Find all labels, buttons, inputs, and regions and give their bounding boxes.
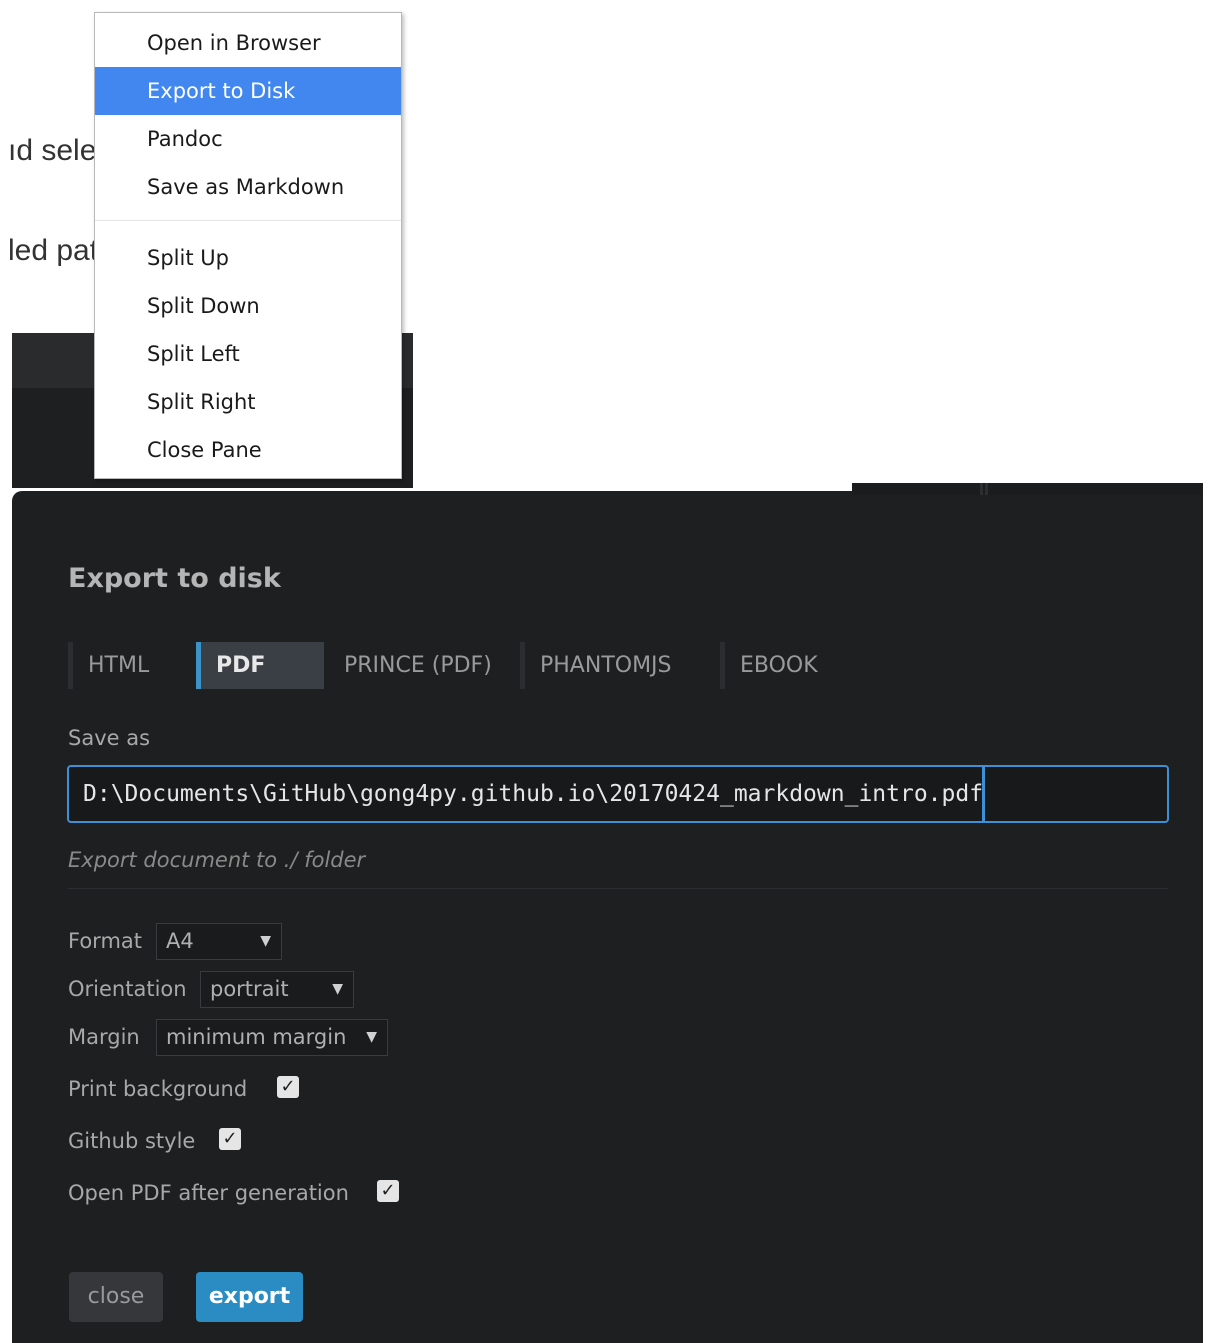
tab-html[interactable]: HTML bbox=[68, 642, 194, 689]
orientation-label: Orientation bbox=[68, 977, 187, 1001]
panel-divider bbox=[985, 483, 988, 495]
menu-item-split-down[interactable]: Split Down bbox=[95, 282, 401, 330]
format-select[interactable]: A4 ▼ bbox=[156, 923, 282, 960]
divider bbox=[68, 888, 1168, 889]
print-background-checkbox[interactable]: ✓ bbox=[277, 1076, 299, 1098]
export-hint: Export document to ./ folder bbox=[68, 848, 366, 872]
background-text-line: ıd select bbox=[8, 134, 96, 167]
open-pdf-checkbox[interactable]: ✓ bbox=[377, 1180, 399, 1202]
format-label: Format bbox=[68, 929, 143, 953]
dialog-title: Export to disk bbox=[68, 563, 281, 594]
margin-label: Margin bbox=[68, 1025, 140, 1049]
chevron-down-icon: ▼ bbox=[260, 933, 271, 949]
format-value: A4 bbox=[166, 929, 194, 953]
tab-prince-pdf[interactable]: PRINCE (PDF) bbox=[324, 642, 520, 689]
orientation-value: portrait bbox=[210, 977, 289, 1001]
close-button[interactable]: close bbox=[69, 1272, 163, 1322]
export-dialog: Export to disk HTML PDF PRINCE (PDF) PHA… bbox=[12, 491, 1203, 1343]
tab-ebook[interactable]: EBOOK bbox=[720, 642, 860, 689]
save-as-label: Save as bbox=[68, 726, 151, 750]
menu-item-split-right[interactable]: Split Right bbox=[95, 378, 401, 426]
chevron-down-icon: ▼ bbox=[332, 981, 343, 997]
menu-item-save-as-markdown[interactable]: Save as Markdown bbox=[95, 163, 401, 211]
open-pdf-label: Open PDF after generation bbox=[68, 1181, 349, 1205]
menu-item-split-up[interactable]: Split Up bbox=[95, 234, 401, 282]
panel-divider bbox=[980, 483, 983, 495]
menu-item-split-left[interactable]: Split Left bbox=[95, 330, 401, 378]
menu-item-export-to-disk[interactable]: Export to Disk bbox=[95, 67, 401, 115]
text-cursor bbox=[982, 767, 985, 821]
save-as-input[interactable] bbox=[67, 765, 1169, 823]
context-menu: Open in Browser Export to Disk Pandoc Sa… bbox=[94, 12, 402, 479]
chevron-down-icon: ▼ bbox=[366, 1029, 377, 1045]
github-style-checkbox[interactable]: ✓ bbox=[219, 1128, 241, 1150]
export-button[interactable]: export bbox=[196, 1272, 303, 1322]
menu-separator bbox=[95, 220, 401, 221]
github-style-label: Github style bbox=[68, 1129, 196, 1153]
background-panel-edge bbox=[852, 483, 1203, 495]
orientation-select[interactable]: portrait ▼ bbox=[200, 971, 354, 1008]
tab-phantomjs[interactable]: PHANTOMJS bbox=[520, 642, 720, 689]
menu-item-pandoc[interactable]: Pandoc bbox=[95, 115, 401, 163]
background-text-line: led path bbox=[8, 234, 96, 267]
margin-select[interactable]: minimum margin ▼ bbox=[156, 1019, 388, 1056]
menu-item-open-in-browser[interactable]: Open in Browser bbox=[95, 19, 401, 67]
print-background-label: Print background bbox=[68, 1077, 248, 1101]
menu-item-close-pane[interactable]: Close Pane bbox=[95, 426, 401, 474]
tab-pdf[interactable]: PDF bbox=[196, 642, 324, 689]
margin-value: minimum margin bbox=[166, 1025, 347, 1049]
